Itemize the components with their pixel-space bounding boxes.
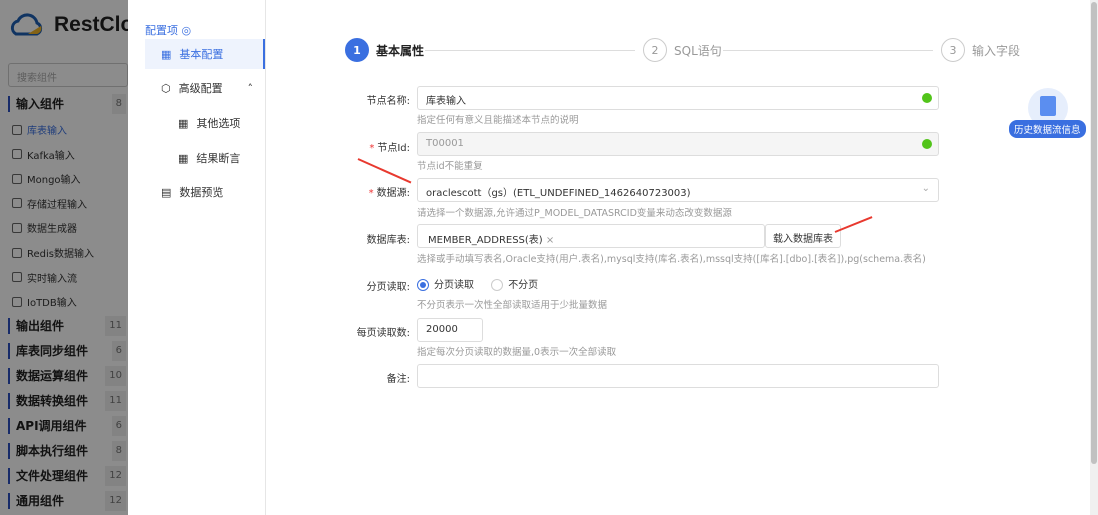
node-id-input[interactable]: T00001	[417, 132, 939, 156]
step-3[interactable]: 3 输入字段	[941, 38, 1020, 62]
page-size-input[interactable]: 20000	[417, 318, 483, 342]
node-name-input[interactable]: 库表输入	[417, 86, 939, 110]
node-id-label: * 节点Id:	[369, 143, 410, 154]
cube-icon: ⬡	[161, 81, 171, 95]
datasource-label: * 数据源:	[368, 188, 410, 199]
radio-no-paging[interactable]: 不分页	[491, 279, 538, 291]
grid-icon: ▦	[178, 116, 189, 130]
table-hint: 选择或手动填写表名,Oracle支持(用户.表名),mysql支持(库名.表名)…	[417, 254, 926, 265]
config-nav: 配置项 ◎ ▦ 基本配置 ⬡ 高级配置 ˄ ▦ 其他选项 ▦ 结果断言 ▤ 数据预览	[128, 0, 266, 515]
remark-textarea[interactable]	[417, 364, 939, 388]
step-1[interactable]: 1 基本属性	[345, 38, 424, 62]
modal-overlay[interactable]	[0, 0, 128, 515]
nav-item-preview[interactable]: ▤ 数据预览	[145, 177, 265, 207]
step-divider	[723, 50, 933, 51]
table-select[interactable]: MEMBER_ADDRESS(表) ×	[417, 224, 765, 248]
nav-item-advanced[interactable]: ⬡ 高级配置 ˄	[145, 73, 265, 103]
remark-label: 备注:	[386, 374, 410, 385]
paging-radio-group: 分页读取 不分页	[417, 276, 538, 291]
nav-title: 配置项 ◎	[145, 24, 192, 37]
nav-item-other[interactable]: ▦ 其他选项	[145, 108, 265, 138]
nav-item-basic[interactable]: ▦ 基本配置	[145, 39, 265, 69]
check-icon	[922, 139, 932, 149]
table-tag: MEMBER_ADDRESS(表) ×	[428, 235, 555, 246]
grid-icon: ▦	[161, 47, 172, 61]
history-flow-badge[interactable]: 历史数据流信息	[1008, 88, 1092, 138]
page-size-hint: 指定每次分页读取的数据量,0表示一次全部读取	[417, 347, 617, 358]
page-size-label: 每页读取数:	[356, 328, 410, 339]
check-icon	[922, 93, 932, 103]
node-name-hint: 指定任何有意义且能描述本节点的说明	[417, 115, 579, 126]
node-name-label: 节点名称:	[366, 96, 410, 107]
paging-hint: 不分页表示一次性全部读取适用于少批量数据	[417, 300, 608, 311]
scrollbar[interactable]	[1090, 0, 1098, 515]
table-label: 数据库表:	[366, 235, 410, 246]
nav-item-assert[interactable]: ▦ 结果断言	[145, 143, 265, 173]
step-2[interactable]: 2 SQL语句	[643, 38, 722, 62]
radio-paging[interactable]: 分页读取	[417, 279, 474, 291]
datasource-select[interactable]: oraclescott（gs）(ETL_UNDEFINED_1462640723…	[417, 178, 939, 202]
grid-icon: ▦	[178, 151, 189, 165]
radio-unchecked-icon	[491, 279, 504, 291]
target-icon: ◎	[181, 24, 192, 37]
chevron-down-icon: ⌄	[921, 183, 930, 194]
close-icon[interactable]: ×	[546, 235, 554, 246]
node-id-hint: 节点id不能重复	[417, 161, 483, 172]
config-drawer: 配置项 ◎ ▦ 基本配置 ⬡ 高级配置 ˄ ▦ 其他选项 ▦ 结果断言 ▤ 数据预览 1 基本…	[128, 0, 1090, 515]
step-divider	[425, 50, 635, 51]
steps: 1 基本属性 2 SQL语句 3 输入字段	[345, 38, 1025, 64]
datasource-hint: 请选择一个数据源,允许通过P_MODEL_DATASRCID变量来动态改变数据源	[417, 208, 732, 219]
preview-icon: ▤	[161, 185, 172, 199]
paging-label: 分页读取:	[366, 282, 410, 293]
load-tables-button[interactable]: 载入数据库表	[765, 224, 841, 248]
chevron-up-icon: ˄	[247, 81, 254, 95]
annotation-arrow	[357, 158, 412, 184]
radio-checked-icon	[417, 279, 429, 291]
